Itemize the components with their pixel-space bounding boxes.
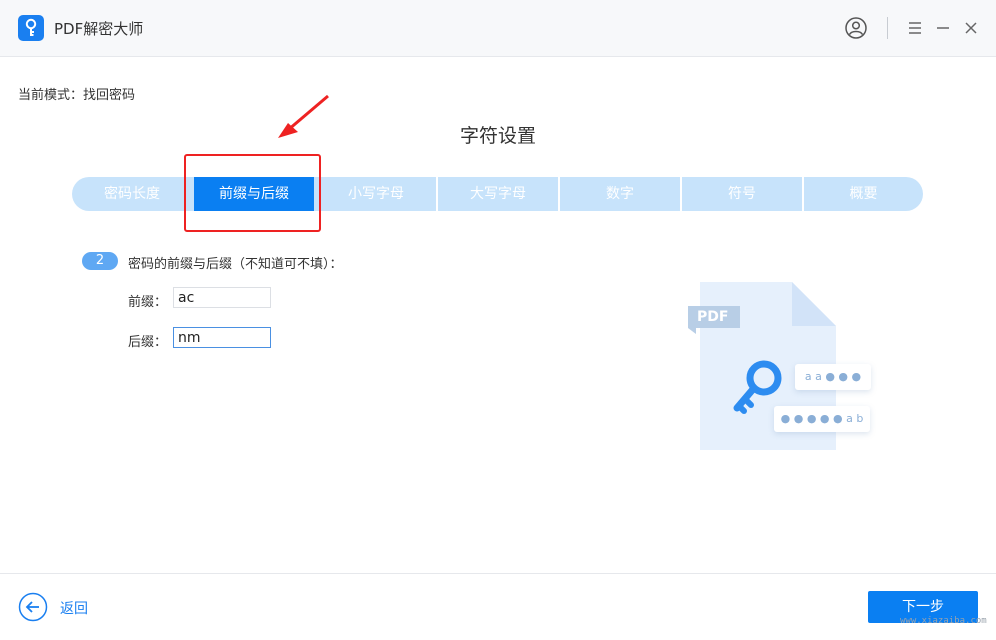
app-key-icon bbox=[18, 15, 44, 41]
minimize-icon[interactable] bbox=[931, 16, 955, 40]
back-arrow-icon[interactable] bbox=[18, 592, 48, 622]
annotation-highlight-box bbox=[184, 154, 321, 232]
suffix-input[interactable] bbox=[173, 327, 271, 348]
pdf-doc-label: PDF bbox=[697, 309, 729, 325]
pdf-key-illustration: PDF a a ● ● ● ● ● ● ● ● a b bbox=[688, 282, 878, 454]
titlebar-divider bbox=[887, 17, 888, 39]
step-number-badge: 2 bbox=[82, 252, 118, 270]
prefix-label: 前缀： bbox=[128, 295, 168, 310]
tab-uppercase[interactable]: 大写字母 bbox=[438, 177, 558, 211]
close-icon[interactable] bbox=[959, 16, 983, 40]
current-mode-label: 当前模式：找回密码 bbox=[18, 88, 136, 103]
page-title: 字符设置 bbox=[459, 125, 536, 147]
tab-summary[interactable]: 概要 bbox=[804, 177, 923, 211]
menu-icon[interactable] bbox=[903, 16, 927, 40]
annotation-arrow-icon bbox=[278, 94, 329, 138]
app-title: PDF解密大师 bbox=[54, 20, 144, 38]
step-label: 密码的前缀与后缀（不知道可不填）： bbox=[128, 257, 343, 272]
tab-digits[interactable]: 数字 bbox=[560, 177, 680, 211]
tab-symbols[interactable]: 符号 bbox=[682, 177, 802, 211]
back-button[interactable]: 返回 bbox=[60, 598, 88, 618]
suffix-label: 后缀： bbox=[128, 335, 168, 350]
prefix-input[interactable] bbox=[173, 287, 271, 308]
tab-lowercase[interactable]: 小写字母 bbox=[316, 177, 436, 211]
tab-password-length[interactable]: 密码长度 bbox=[72, 177, 192, 211]
user-account-icon[interactable] bbox=[844, 16, 868, 40]
watermark-text: www.xiazaiba.com bbox=[900, 616, 987, 626]
password-pill-top: a a ● ● ● bbox=[795, 364, 871, 390]
footer-bar bbox=[0, 573, 996, 640]
title-bar: PDF解密大师 bbox=[0, 0, 996, 57]
password-pill-bottom: ● ● ● ● ● a b bbox=[774, 406, 870, 432]
